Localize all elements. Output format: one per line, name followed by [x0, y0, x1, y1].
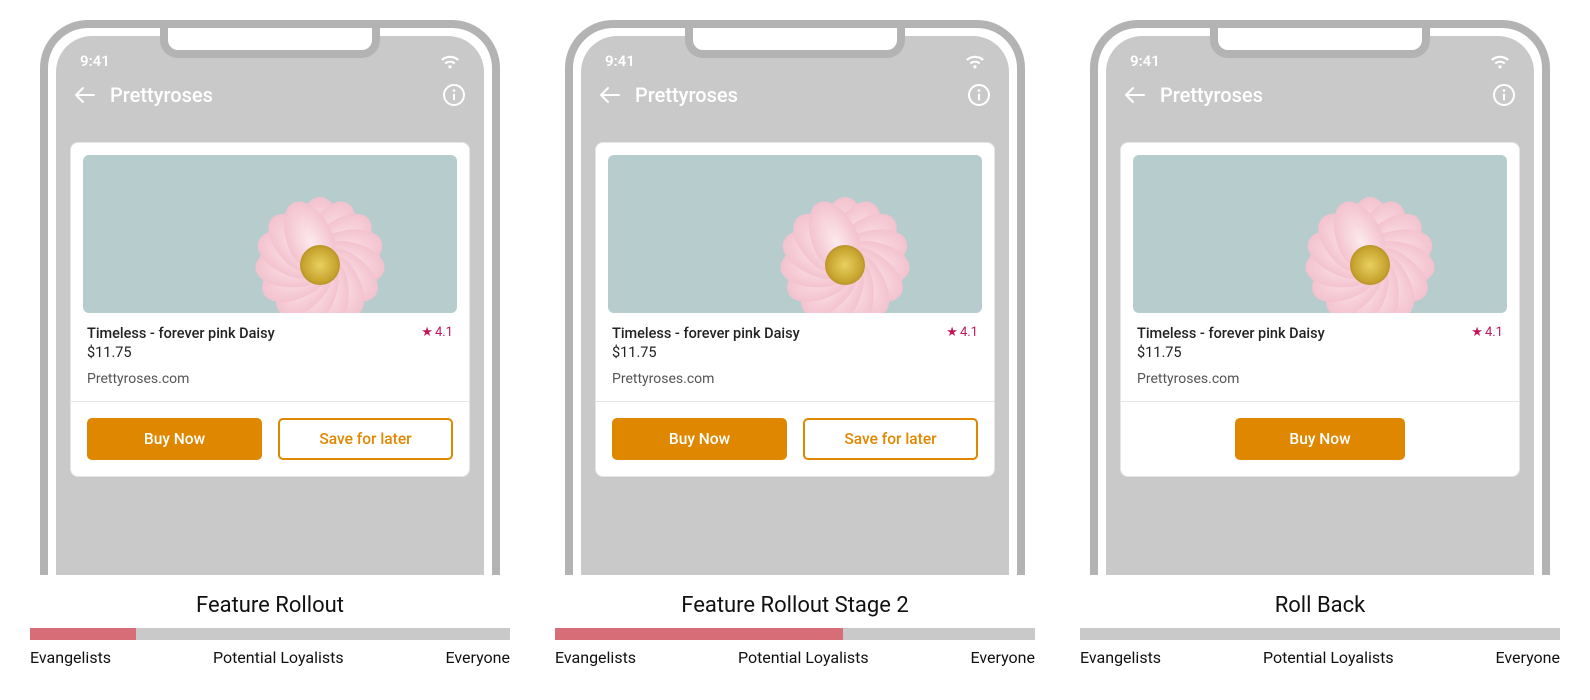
rollout-progress-fill [30, 628, 136, 640]
product-card: Timeless - forever pink Daisy ★4.1 $11.7… [595, 142, 995, 477]
phone-frame: 9:41 Prettyroses [40, 20, 500, 575]
info-icon[interactable] [967, 83, 991, 107]
segment-potential-loyalists: Potential Loyalists [738, 648, 869, 667]
back-icon[interactable] [74, 86, 96, 104]
segment-evangelists: Evangelists [1080, 648, 1161, 667]
stage-label: Feature Rollout [196, 593, 344, 618]
info-icon[interactable] [442, 83, 466, 107]
segment-everyone: Everyone [1496, 648, 1560, 667]
star-icon: ★ [946, 325, 958, 340]
rollout-stage: 9:41 Prettyroses [30, 20, 510, 680]
wifi-icon [1490, 55, 1510, 70]
product-price: $11.75 [1137, 344, 1503, 361]
segment-labels: Evangelists Potential Loyalists Everyone [30, 648, 510, 667]
wifi-icon [440, 55, 460, 70]
phone-frame: 9:41 Prettyroses [1090, 20, 1550, 575]
rollout-stage: 9:41 Prettyroses [1080, 20, 1560, 680]
rollout-progress-fill [555, 628, 843, 640]
phone-notch [160, 28, 380, 58]
stage-label: Roll Back [1275, 593, 1366, 618]
nav-bar: Prettyroses [56, 74, 484, 116]
product-rating: ★4.1 [946, 325, 978, 340]
rollout-progress-bar [555, 628, 1035, 640]
nav-bar: Prettyroses [581, 74, 1009, 116]
star-icon: ★ [421, 325, 433, 340]
product-card: Timeless - forever pink Daisy ★4.1 $11.7… [70, 142, 470, 477]
app-title: Prettyroses [110, 83, 428, 107]
save-later-button[interactable]: Save for later [278, 418, 453, 460]
product-domain: Prettyroses.com [612, 371, 978, 387]
product-domain: Prettyroses.com [87, 371, 453, 387]
product-title: Timeless - forever pink Daisy [87, 325, 275, 342]
segment-labels: Evangelists Potential Loyalists Everyone [555, 648, 1035, 667]
app-title: Prettyroses [1160, 83, 1478, 107]
status-time: 9:41 [1130, 52, 1160, 70]
product-price: $11.75 [612, 344, 978, 361]
buy-now-button[interactable]: Buy Now [612, 418, 787, 460]
app-title: Prettyroses [635, 83, 953, 107]
segment-everyone: Everyone [446, 648, 510, 667]
product-rating: ★4.1 [421, 325, 453, 340]
product-image [1133, 155, 1507, 313]
segment-evangelists: Evangelists [555, 648, 636, 667]
nav-bar: Prettyroses [1106, 74, 1534, 116]
rollout-progress-bar [1080, 628, 1560, 640]
back-icon[interactable] [599, 86, 621, 104]
phone-notch [1210, 28, 1430, 58]
rollout-progress-bar [30, 628, 510, 640]
back-icon[interactable] [1124, 86, 1146, 104]
product-rating: ★4.1 [1471, 325, 1503, 340]
phone-notch [685, 28, 905, 58]
segment-everyone: Everyone [971, 648, 1035, 667]
product-title: Timeless - forever pink Daisy [612, 325, 800, 342]
buy-now-button[interactable]: Buy Now [87, 418, 262, 460]
status-time: 9:41 [80, 52, 110, 70]
product-domain: Prettyroses.com [1137, 371, 1503, 387]
status-time: 9:41 [605, 52, 635, 70]
segment-potential-loyalists: Potential Loyalists [1263, 648, 1394, 667]
stage-label: Feature Rollout Stage 2 [681, 593, 908, 618]
segment-evangelists: Evangelists [30, 648, 111, 667]
star-icon: ★ [1471, 325, 1483, 340]
wifi-icon [965, 55, 985, 70]
info-icon[interactable] [1492, 83, 1516, 107]
segment-potential-loyalists: Potential Loyalists [213, 648, 344, 667]
rollout-stage: 9:41 Prettyroses [555, 20, 1035, 680]
product-title: Timeless - forever pink Daisy [1137, 325, 1325, 342]
save-later-button[interactable]: Save for later [803, 418, 978, 460]
product-price: $11.75 [87, 344, 453, 361]
buy-now-button[interactable]: Buy Now [1235, 418, 1405, 460]
product-card: Timeless - forever pink Daisy ★4.1 $11.7… [1120, 142, 1520, 477]
phone-frame: 9:41 Prettyroses [565, 20, 1025, 575]
product-image [608, 155, 982, 313]
segment-labels: Evangelists Potential Loyalists Everyone [1080, 648, 1560, 667]
product-image [83, 155, 457, 313]
